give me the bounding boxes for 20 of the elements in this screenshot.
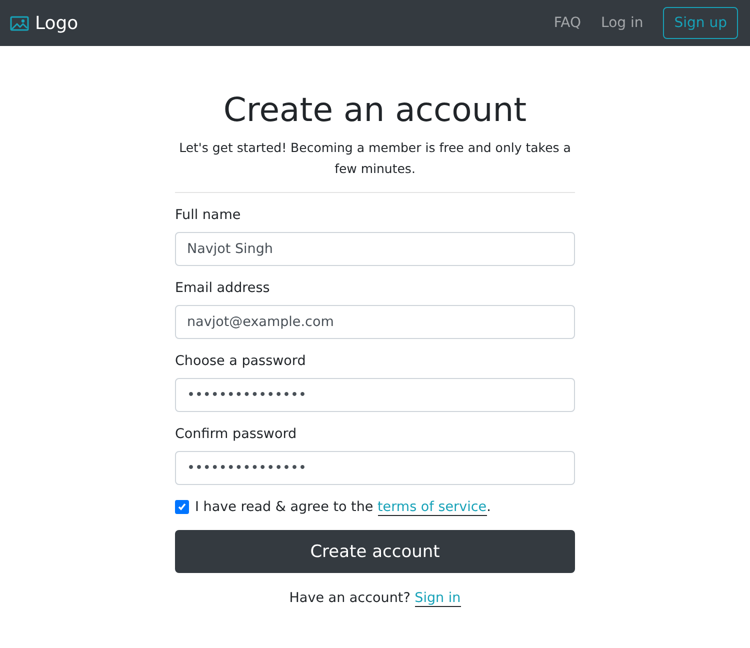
field-label: Email address [175, 280, 271, 296]
field-label: Full name [175, 207, 242, 223]
nav-link[interactable]: Log in [601, 15, 644, 31]
create-account-button[interactable]: Create account [175, 530, 575, 573]
agreement-text: I have read & agree to the terms of service. [195, 499, 491, 515]
sign-in-prompt: Have an account? Sign in [288, 590, 462, 606]
input-field[interactable]: Navjot Singh [175, 232, 575, 266]
image-icon [10, 16, 29, 30]
input-field[interactable]: ••••••••••••••• [175, 451, 575, 485]
sign-up-button[interactable]: Sign up [663, 7, 738, 39]
input-field[interactable]: ••••••••••••••• [175, 378, 575, 412]
field-label: Confirm password [175, 426, 298, 442]
logo-text[interactable]: Logo [35, 12, 78, 34]
checkbox[interactable] [175, 500, 189, 514]
nav-link[interactable]: FAQ [554, 15, 582, 31]
field-label: Choose a password [175, 353, 307, 369]
page-title: Create an account [222, 90, 528, 129]
subtitle: Let's get started! Becoming a member is free and only takes a few minutes. [178, 139, 572, 178]
checkmark-icon [177, 502, 187, 512]
input-field[interactable]: navjot@example.com [175, 305, 575, 339]
